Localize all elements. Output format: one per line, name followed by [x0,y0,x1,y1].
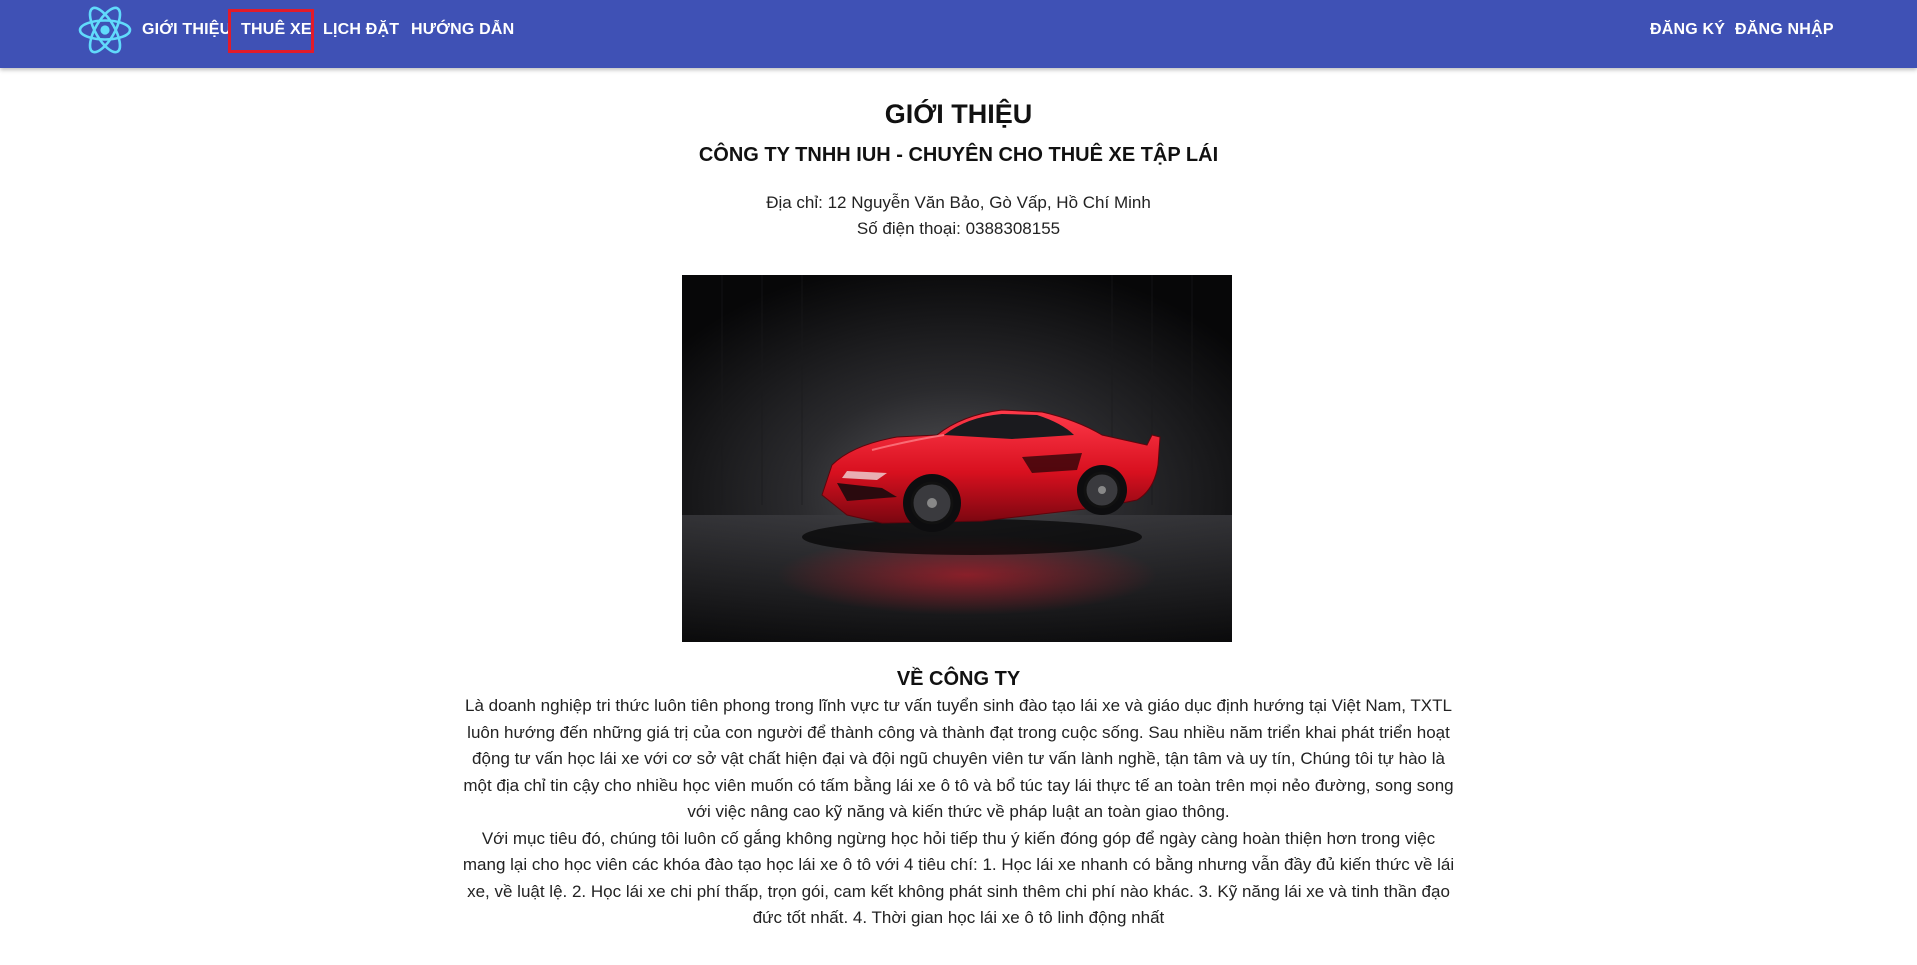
nav-lich-dat[interactable]: LỊCH ĐẶT [323,20,399,40]
about-text: Là doanh nghiệp tri thức luôn tiên phong… [460,693,1457,932]
about-paragraph: Với mục tiêu đó, chúng tôi luôn cố gắng … [462,828,1455,928]
nav-gioi-thieu[interactable]: GIỚI THIỆU [142,20,231,40]
react-logo-icon[interactable] [77,2,133,58]
nav-dang-ky[interactable]: ĐĂNG KÝ [1650,20,1725,40]
top-navbar: GIỚI THIỆU THUÊ XE LỊCH ĐẶT HƯỚNG DẪN ĐĂ… [0,0,1917,68]
company-name: CÔNG TY TNHH IUH - CHUYÊN CHO THUÊ XE TẬ… [698,144,1219,166]
address-text: Địa chỉ: 12 Nguyễn Văn Bảo, Gò Vấp, Hồ C… [766,193,1151,212]
phone-text: Số điện thoại: 0388308155 [856,219,1061,238]
contact-info: Địa chỉ: 12 Nguyễn Văn Bảo, Gò Vấp, Hồ C… [0,190,1917,242]
hero-car-image [682,275,1232,642]
about-paragraph: Là doanh nghiệp tri thức luôn tiên phong… [463,696,1454,821]
about-title: VỀ CÔNG TY [896,668,1021,690]
highlight-box [228,9,314,53]
nav-dang-nhap[interactable]: ĐĂNG NHẬP [1735,20,1834,40]
page-title: GIỚI THIỆU [884,99,1033,129]
nav-huong-dan[interactable]: HƯỚNG DẪN [411,20,514,40]
